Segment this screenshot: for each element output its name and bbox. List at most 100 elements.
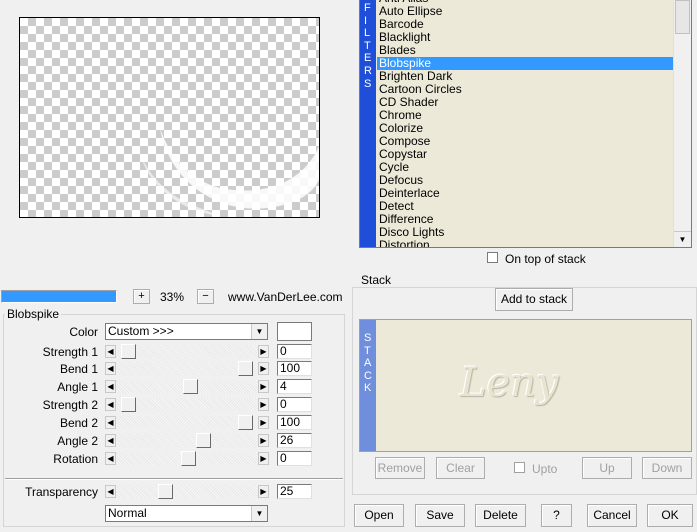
param-slider[interactable]: ◀ ▶ xyxy=(105,415,269,430)
sidebar-letter: F xyxy=(364,2,371,14)
filters-items: Anti AliasAuto EllipseBarcodeBlacklightB… xyxy=(377,0,674,248)
slider-left-arrow[interactable]: ◀ xyxy=(105,416,116,429)
filters-list[interactable]: FILTERS Anti AliasAuto EllipseBarcodeBla… xyxy=(359,0,692,248)
ok-button[interactable]: OK xyxy=(647,504,693,527)
slider-right-arrow[interactable]: ▶ xyxy=(258,345,269,358)
param-slider[interactable]: ◀ ▶ xyxy=(105,344,269,359)
remove-button[interactable]: Remove xyxy=(375,457,425,479)
param-label: Bend 1 xyxy=(59,362,98,376)
slider-right-arrow[interactable]: ▶ xyxy=(258,434,269,447)
slider-left-arrow[interactable]: ◀ xyxy=(105,362,116,375)
color-swatch[interactable] xyxy=(277,322,312,341)
slider-left-arrow[interactable]: ◀ xyxy=(105,398,116,411)
param-value[interactable]: 100 xyxy=(277,361,312,376)
sidebar-letter: I xyxy=(364,14,368,27)
param-value[interactable]: 0 xyxy=(277,344,312,359)
color-select-value: Custom >>> xyxy=(108,324,174,338)
param-value[interactable]: 26 xyxy=(277,433,312,448)
filters-scrollbar[interactable]: ▼ xyxy=(673,0,691,247)
sidebar-letter: C xyxy=(364,369,372,382)
slider-right-arrow[interactable]: ▶ xyxy=(258,380,269,393)
open-button[interactable]: Open xyxy=(354,504,404,527)
slider-left-arrow[interactable]: ◀ xyxy=(105,485,116,498)
slider-thumb[interactable] xyxy=(238,361,254,376)
zoom-in-button[interactable]: + xyxy=(133,289,150,304)
slider-thumb[interactable] xyxy=(238,415,254,430)
color-select[interactable]: Custom >>> ▼ xyxy=(105,323,268,340)
filter-list-item[interactable]: Distortion xyxy=(377,239,674,248)
slider-right-arrow[interactable]: ▶ xyxy=(258,485,269,498)
sidebar-letter: S xyxy=(364,77,372,90)
divider xyxy=(5,478,343,480)
slider-right-arrow[interactable]: ▶ xyxy=(258,398,269,411)
slider-left-arrow[interactable]: ◀ xyxy=(105,380,116,393)
slider-left-arrow[interactable]: ◀ xyxy=(105,345,116,358)
website-link[interactable]: www.VanDerLee.com xyxy=(228,290,343,304)
sidebar-letter: R xyxy=(364,64,372,77)
param-value[interactable]: 100 xyxy=(277,415,312,430)
param-value[interactable]: 0 xyxy=(277,451,312,466)
save-button[interactable]: Save xyxy=(415,504,465,527)
clear-button[interactable]: Clear xyxy=(436,457,485,479)
slider-thumb[interactable] xyxy=(183,379,199,394)
preview-canvas[interactable] xyxy=(19,17,320,218)
param-value[interactable]: 4 xyxy=(277,379,312,394)
stack-list[interactable]: STACK Leny xyxy=(359,319,692,452)
delete-button[interactable]: Delete xyxy=(475,504,526,527)
slider-track[interactable] xyxy=(117,362,257,375)
progress-bar xyxy=(1,290,117,303)
chevron-down-icon[interactable]: ▼ xyxy=(251,324,267,339)
slider-track[interactable] xyxy=(117,398,257,411)
filter-list-item[interactable]: Deinterlace xyxy=(377,187,674,200)
blend-mode-select[interactable]: Normal ▼ xyxy=(105,505,268,522)
slider-track[interactable] xyxy=(117,345,257,358)
on-top-checkbox[interactable] xyxy=(487,252,498,263)
param-value[interactable]: 0 xyxy=(277,397,312,412)
slider-right-arrow[interactable]: ▶ xyxy=(258,452,269,465)
slider-left-arrow[interactable]: ◀ xyxy=(105,434,116,447)
param-label: Angle 2 xyxy=(57,434,98,448)
sidebar-letter: T xyxy=(364,344,371,357)
sidebar-letter: K xyxy=(364,382,372,395)
slider-left-arrow[interactable]: ◀ xyxy=(105,452,116,465)
slider-thumb[interactable] xyxy=(158,484,174,499)
param-label: Strength 1 xyxy=(42,345,98,359)
cancel-button[interactable]: Cancel xyxy=(587,504,637,527)
upto-label[interactable]: Upto xyxy=(532,462,557,476)
color-label: Color xyxy=(69,325,98,339)
param-label: Angle 1 xyxy=(57,380,98,394)
slider-track[interactable] xyxy=(117,416,257,429)
slider-thumb[interactable] xyxy=(120,397,136,412)
slider-thumb[interactable] xyxy=(180,451,196,466)
on-top-label[interactable]: On top of stack xyxy=(505,252,586,266)
slider-right-arrow[interactable]: ▶ xyxy=(258,362,269,375)
help-button[interactable]: ? xyxy=(541,504,572,527)
slider-right-arrow[interactable]: ▶ xyxy=(258,416,269,429)
sidebar-letter: L xyxy=(364,27,371,40)
zoom-value: 33% xyxy=(160,290,185,304)
scroll-down-arrow[interactable]: ▼ xyxy=(674,231,691,247)
chevron-down-icon[interactable]: ▼ xyxy=(251,506,267,521)
slider-track[interactable] xyxy=(117,485,257,498)
upto-checkbox[interactable] xyxy=(514,462,525,473)
slider-track[interactable] xyxy=(117,434,257,447)
param-slider[interactable]: ◀ ▶ xyxy=(105,451,269,466)
param-slider[interactable]: ◀ ▶ xyxy=(105,361,269,376)
up-button[interactable]: Up xyxy=(582,457,632,479)
down-button[interactable]: Down xyxy=(642,457,692,479)
add-to-stack-button[interactable]: Add to stack xyxy=(495,288,573,311)
param-label: Strength 2 xyxy=(42,398,98,412)
watermark-signature: Leny xyxy=(460,360,559,406)
transparency-slider[interactable]: ◀ ▶ xyxy=(105,484,269,499)
zoom-out-button[interactable]: − xyxy=(197,289,214,304)
filter-list-item[interactable]: Blacklight xyxy=(377,31,674,44)
scrollbar-thumb[interactable] xyxy=(675,0,690,34)
slider-thumb[interactable] xyxy=(120,344,136,359)
param-slider[interactable]: ◀ ▶ xyxy=(105,433,269,448)
filter-list-item[interactable]: Copystar xyxy=(377,148,674,161)
param-slider[interactable]: ◀ ▶ xyxy=(105,379,269,394)
transparency-value[interactable]: 25 xyxy=(277,484,312,499)
param-slider[interactable]: ◀ ▶ xyxy=(105,397,269,412)
stack-sidebar-letters: STACK xyxy=(364,332,374,395)
slider-thumb[interactable] xyxy=(195,433,211,448)
